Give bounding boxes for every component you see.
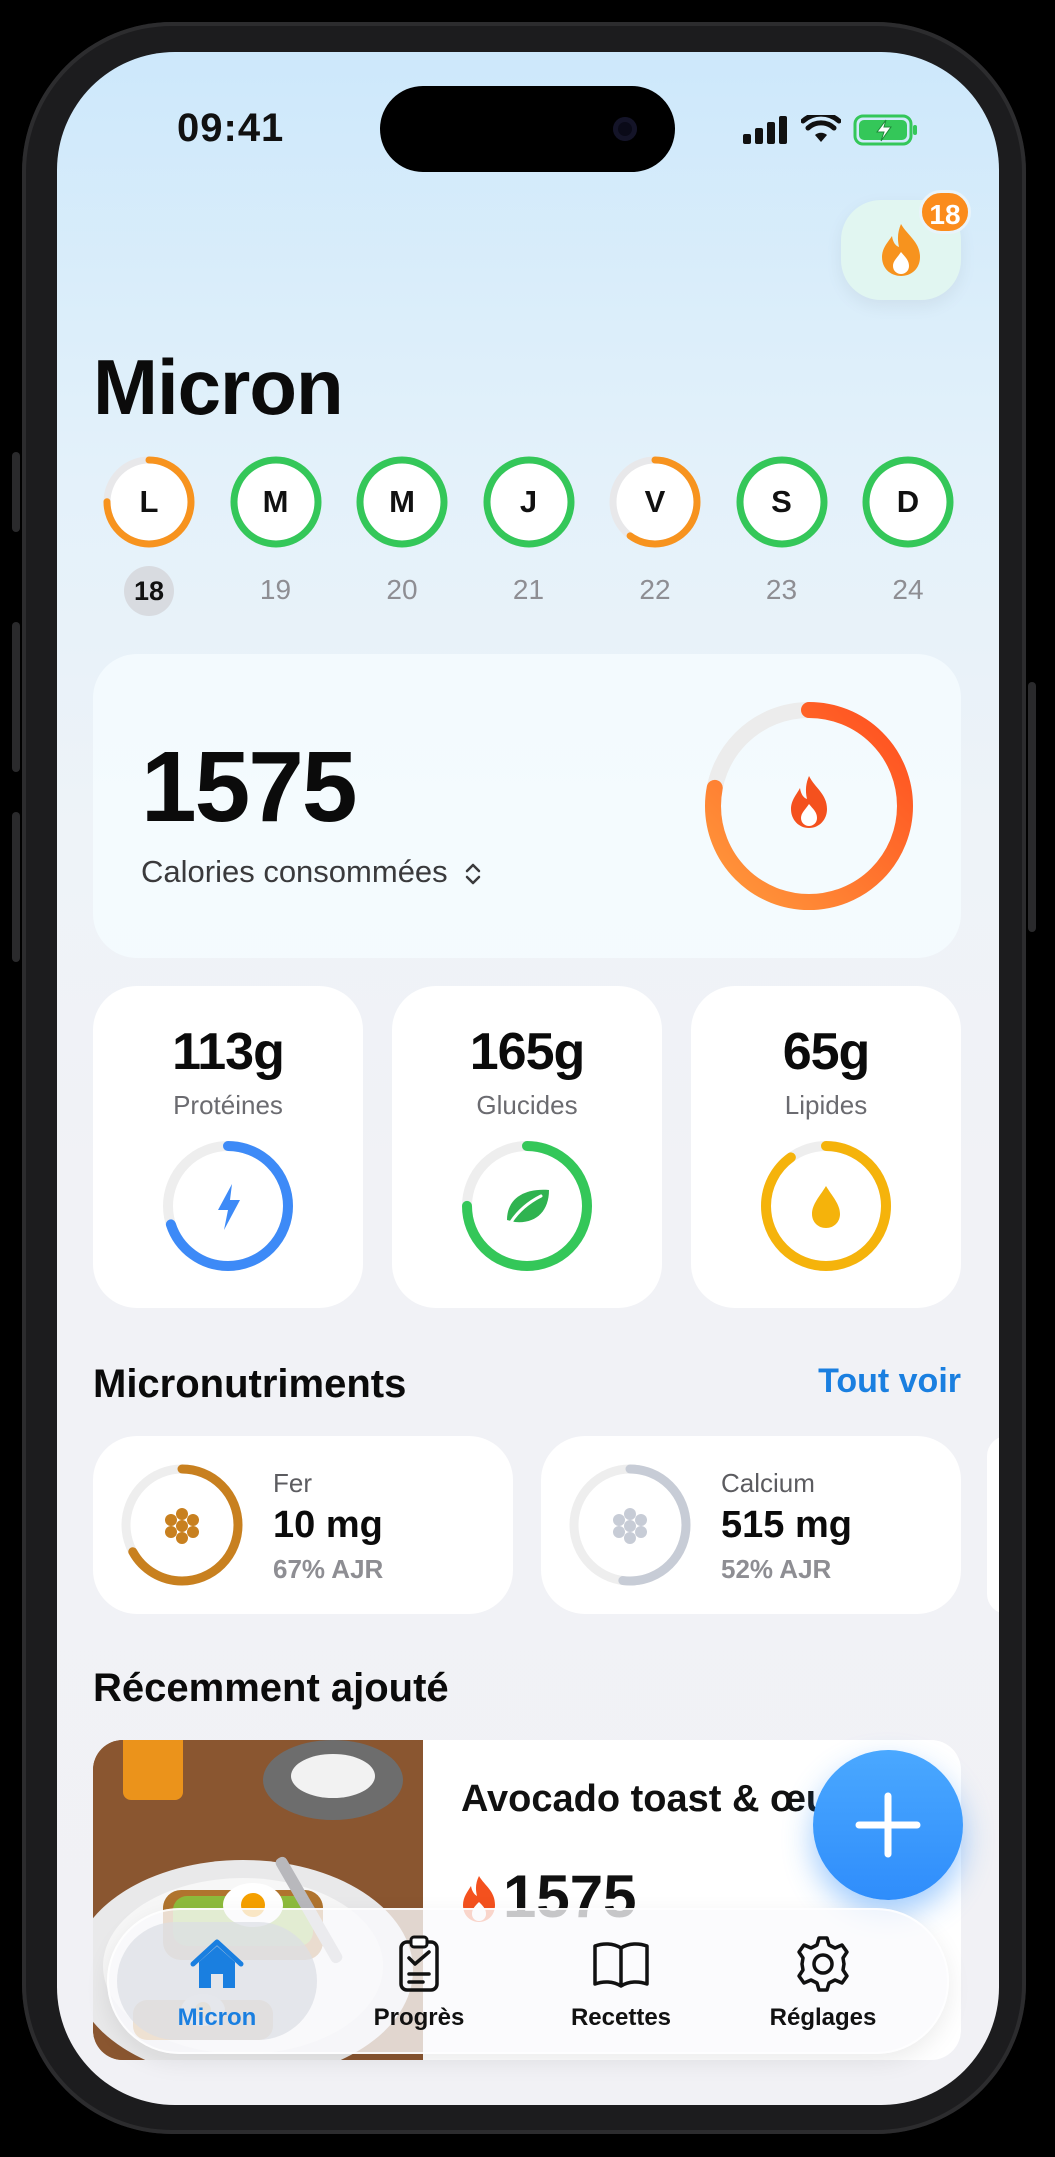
tab-micron[interactable]: Micron bbox=[117, 1922, 317, 2040]
proteins-ring bbox=[163, 1141, 293, 1271]
calorie-card[interactable]: 1575 Calories consommées bbox=[93, 654, 961, 958]
flame-icon bbox=[791, 776, 827, 828]
macro-value: 65g bbox=[782, 1023, 871, 1081]
tab-label: Réglages bbox=[769, 2004, 877, 2031]
see-all-link[interactable]: Tout voir bbox=[818, 1362, 961, 1401]
mineral-icon bbox=[613, 1508, 647, 1544]
flame-icon bbox=[882, 224, 920, 276]
home-icon bbox=[190, 1939, 244, 1988]
lightning-icon bbox=[218, 1184, 240, 1230]
tab-label: Micron bbox=[177, 2004, 257, 2031]
micronutrient-value: 10 mg bbox=[273, 1504, 383, 1546]
day-6[interactable]: D 24 bbox=[860, 454, 956, 624]
micronutrient-card-iron[interactable]: Fer 10 mg 67% AJR bbox=[93, 1436, 513, 1614]
day-date: 20 bbox=[386, 574, 418, 605]
macro-label: Protéines bbox=[173, 1090, 283, 1120]
day-3[interactable]: J 21 bbox=[481, 454, 577, 624]
day-date: 22 bbox=[639, 574, 671, 605]
day-letter: V bbox=[644, 484, 666, 519]
iron-ring bbox=[121, 1464, 243, 1586]
day-letter: M bbox=[389, 484, 415, 519]
book-icon bbox=[593, 1942, 649, 1988]
day-5[interactable]: S 23 bbox=[734, 454, 830, 624]
macro-card-fats[interactable]: 65g Lipides bbox=[691, 986, 961, 1308]
status-icons bbox=[743, 114, 919, 146]
micronutrient-percent: 67% AJR bbox=[273, 1554, 384, 1584]
streak-button[interactable]: 18 bbox=[841, 190, 971, 300]
tab-bar: Micron Progrès Recettes Réglages bbox=[107, 1908, 949, 2054]
gear-icon bbox=[797, 1936, 849, 1992]
day-4[interactable]: V 22 bbox=[607, 454, 703, 624]
clipboard-icon bbox=[399, 1935, 439, 1992]
day-1[interactable]: M 19 bbox=[228, 454, 324, 624]
calorie-ring bbox=[705, 702, 913, 910]
micronutrients-title: Micronutriments bbox=[93, 1362, 407, 1406]
day-2[interactable]: M 20 bbox=[354, 454, 450, 624]
recent-title: Récemment ajouté bbox=[93, 1666, 449, 1710]
volume-up-button bbox=[12, 622, 20, 772]
week-strip: L 18 M 19 M 20 J 21 V 22 S 23 D 24 bbox=[101, 454, 954, 624]
tab-label: Recettes bbox=[570, 2004, 672, 2031]
fats-ring bbox=[761, 1141, 891, 1271]
meal-name: Avocado toast & œufs bbox=[461, 1778, 863, 1820]
day-letter: J bbox=[519, 484, 538, 519]
day-date: 23 bbox=[765, 574, 798, 605]
calcium-ring bbox=[569, 1464, 691, 1586]
day-letter: S bbox=[771, 484, 792, 519]
micronutrient-name: Fer bbox=[273, 1468, 312, 1498]
micronutrient-name: Calcium bbox=[721, 1468, 815, 1498]
macro-card-proteins[interactable]: 113g Protéines bbox=[93, 986, 363, 1308]
tab-settings[interactable]: Réglages bbox=[723, 1922, 923, 2040]
macro-value: 165g bbox=[469, 1023, 586, 1081]
micronutrient-card-calcium[interactable]: Calcium 515 mg 52% AJR bbox=[541, 1436, 961, 1614]
page-title: Micron bbox=[93, 343, 344, 431]
calorie-value: 1575 bbox=[141, 731, 357, 843]
volume-down-button bbox=[12, 812, 20, 962]
tab-progress[interactable]: Progrès bbox=[319, 1922, 519, 2040]
day-date: 24 bbox=[892, 574, 924, 605]
micronutrient-percent: 52% AJR bbox=[721, 1554, 832, 1584]
day-date: 18 bbox=[124, 566, 174, 616]
action-button bbox=[12, 452, 20, 532]
day-date: 21 bbox=[512, 574, 545, 605]
day-date: 19 bbox=[259, 574, 292, 605]
day-letter: M bbox=[262, 484, 289, 519]
dynamic-island bbox=[380, 86, 675, 172]
signal-icon bbox=[743, 116, 787, 144]
camera-icon bbox=[613, 117, 637, 141]
calorie-label[interactable]: Calories consommées bbox=[141, 854, 484, 890]
macro-label: Glucides bbox=[476, 1090, 578, 1120]
add-meal-button[interactable] bbox=[813, 1750, 963, 1900]
power-button bbox=[1028, 682, 1036, 932]
day-0[interactable]: L 18 bbox=[101, 454, 197, 624]
macro-label: Lipides bbox=[784, 1090, 868, 1120]
leaf-icon bbox=[507, 1189, 549, 1224]
drop-icon bbox=[812, 1186, 840, 1228]
chevron-up-down-icon bbox=[466, 863, 481, 885]
calorie-label-text: Calories consommées bbox=[141, 854, 448, 889]
status-time: 09:41 bbox=[177, 106, 285, 150]
carbs-ring bbox=[462, 1141, 592, 1271]
wifi-icon bbox=[801, 115, 841, 142]
tab-label: Progrès bbox=[373, 2004, 465, 2031]
macro-card-carbs[interactable]: 165g Glucides bbox=[392, 986, 662, 1308]
micronutrient-value: 515 mg bbox=[721, 1504, 852, 1546]
battery-charging-icon bbox=[853, 114, 917, 146]
micronutrient-card-next[interactable] bbox=[987, 1436, 999, 1614]
day-letter: D bbox=[896, 484, 920, 519]
plus-icon bbox=[855, 1792, 921, 1858]
tab-recipes[interactable]: Recettes bbox=[521, 1922, 721, 2040]
macro-value: 113g bbox=[172, 1023, 285, 1081]
streak-badge: 18 bbox=[919, 190, 971, 234]
day-letter: L bbox=[139, 484, 159, 519]
app-screen: 09:41 18 Micron L 18 M 19 M 20 J 21 V 22 S 23 D 24 bbox=[57, 52, 999, 2105]
mineral-icon bbox=[165, 1508, 199, 1544]
